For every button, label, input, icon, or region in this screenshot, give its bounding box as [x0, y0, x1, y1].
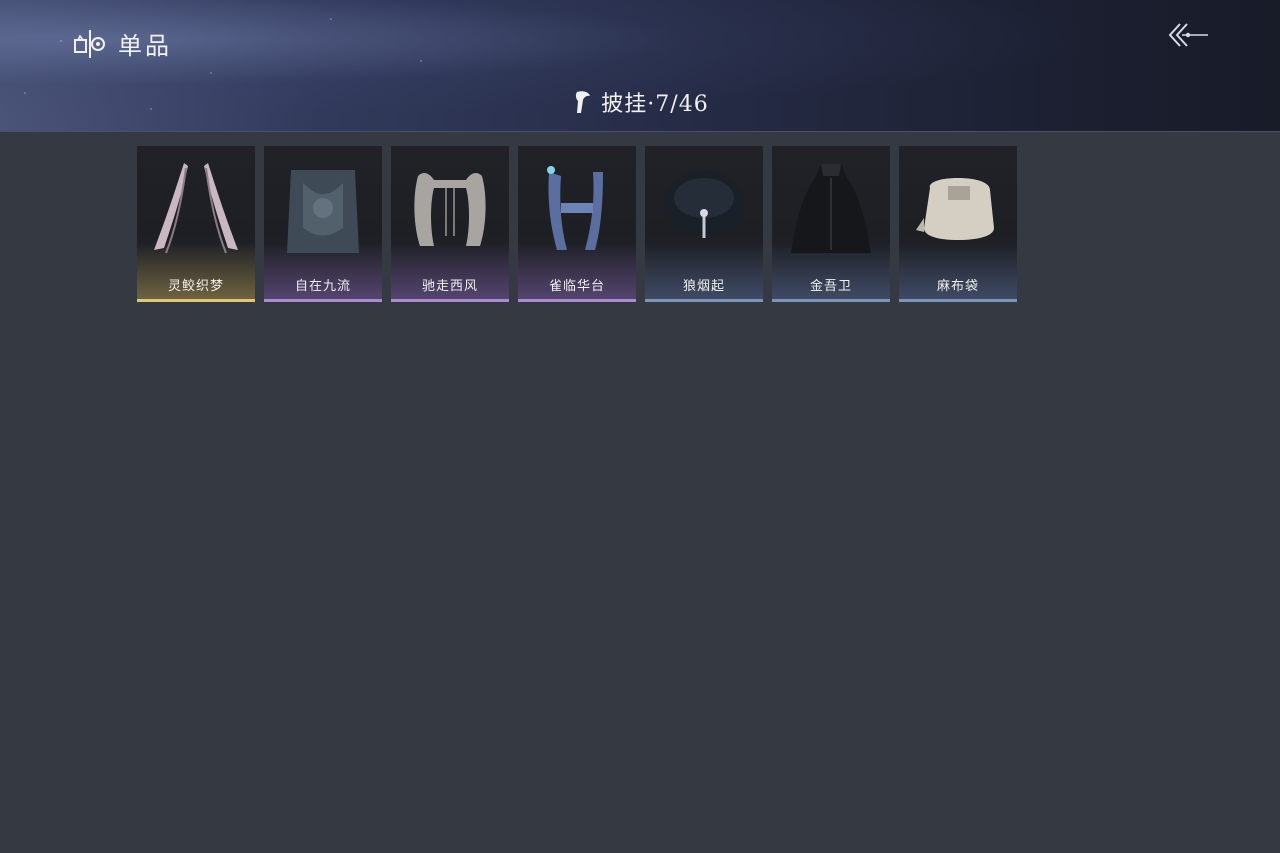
- dark-fur-collar-icon: [664, 171, 744, 238]
- item-card[interactable]: 驰走西风: [391, 146, 509, 302]
- fur-stole-icon: [414, 173, 486, 246]
- rarity-bar: [518, 299, 636, 302]
- item-name: 麻布袋: [936, 279, 979, 294]
- back-arrow-icon: [1168, 23, 1208, 47]
- item-name: 自在九流: [294, 279, 351, 294]
- brand: 单品: [74, 26, 172, 61]
- rarity-bar: [645, 299, 763, 302]
- cloth-sack-icon: [916, 178, 994, 240]
- item-name: 狼烟起: [682, 279, 725, 294]
- header-banner: 单品 披挂·7/46: [0, 0, 1280, 132]
- wardrobe-icon: [74, 29, 105, 58]
- item-card[interactable]: 灵鲛织梦: [137, 146, 255, 302]
- item-card[interactable]: 雀临华台: [518, 146, 636, 302]
- item-card[interactable]: 金吾卫: [772, 146, 890, 302]
- rarity-bar: [772, 299, 890, 302]
- item-name: 雀临华台: [548, 279, 605, 294]
- black-cloak-icon: [791, 164, 871, 253]
- dark-embroidered-cape-icon: [287, 170, 359, 253]
- ribbon-shawl-icon: [154, 163, 238, 254]
- blue-silk-shawl-icon: [547, 166, 603, 250]
- item-name: 驰走西风: [421, 279, 478, 294]
- item-card[interactable]: 麻布袋: [899, 146, 1017, 302]
- rarity-bar: [264, 299, 382, 302]
- item-name: 金吾卫: [809, 279, 852, 294]
- wardrobe-screen: 单品 披挂·7/46 灵鲛织梦 自在九流 驰走西风 雀临华台 狼烟起 金吾卫 麻布袋: [0, 0, 1280, 853]
- category-label: 披挂·7/46: [601, 92, 709, 117]
- rarity-bar: [137, 299, 255, 302]
- cloak-icon: [576, 91, 591, 113]
- item-card[interactable]: 狼烟起: [645, 146, 763, 302]
- item-grid: 灵鲛织梦 自在九流 驰走西风 雀临华台 狼烟起 金吾卫 麻布袋: [137, 146, 1017, 302]
- page-title: 单品: [118, 32, 172, 60]
- back-button[interactable]: [1166, 20, 1210, 50]
- rarity-bar: [899, 299, 1017, 302]
- rarity-bar: [391, 299, 509, 302]
- item-name: 灵鲛织梦: [167, 279, 224, 294]
- category-heading: 披挂·7/46: [0, 86, 1280, 118]
- item-card[interactable]: 自在九流: [264, 146, 382, 302]
